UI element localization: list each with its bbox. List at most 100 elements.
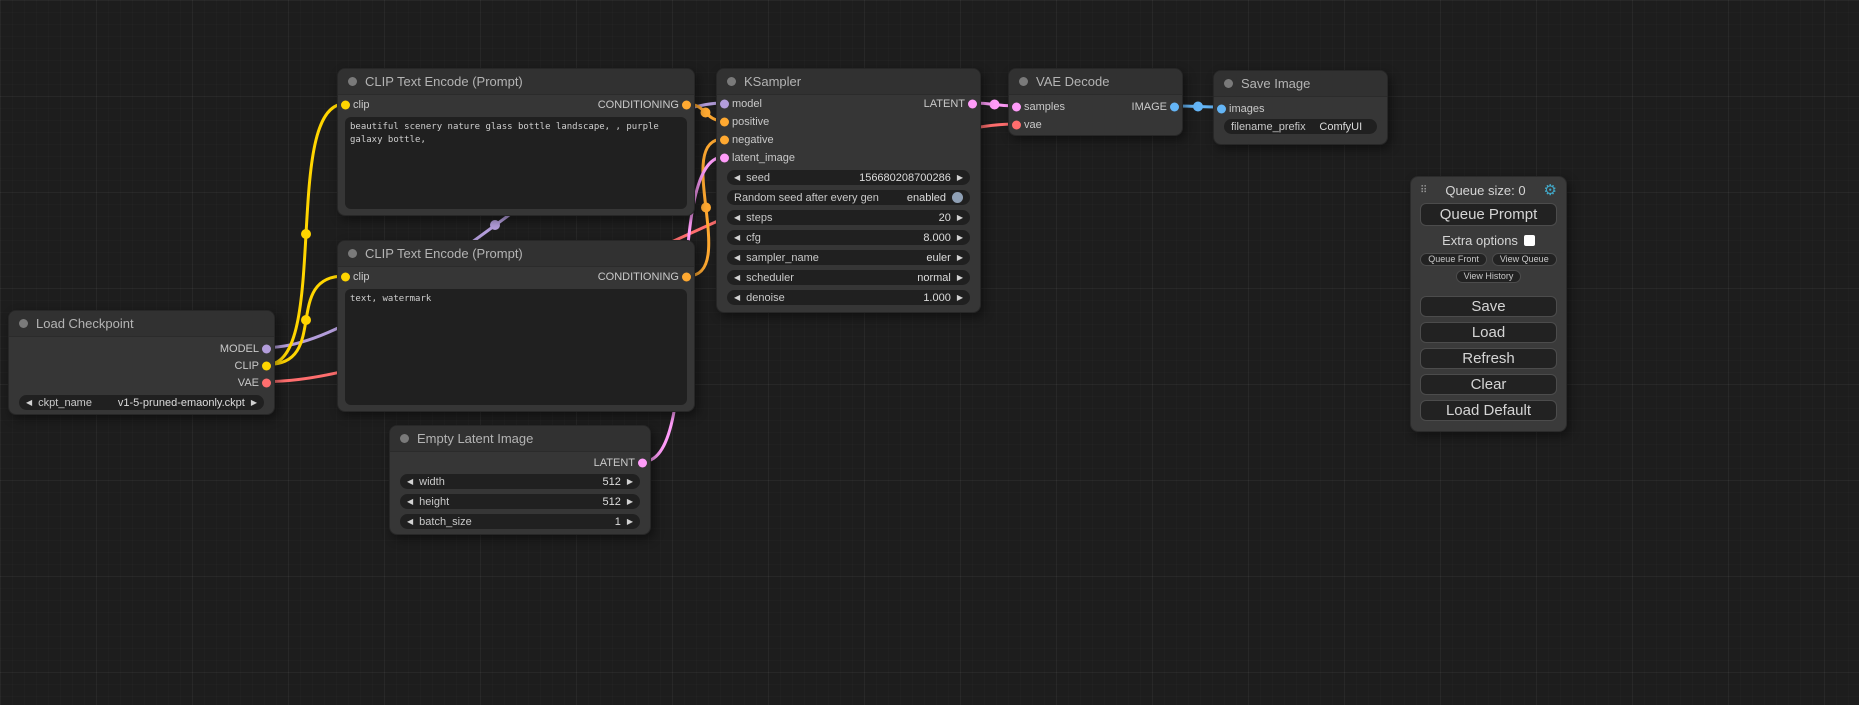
output-slot-latent[interactable] bbox=[638, 458, 647, 467]
decrement-arrow-icon[interactable]: ◀ bbox=[734, 250, 740, 265]
output-slot-conditioning[interactable] bbox=[682, 101, 691, 110]
widget-width[interactable]: ◀ width 512 ▶ bbox=[400, 474, 640, 489]
node-empty-latent-image[interactable]: Empty Latent Image LATENT ◀ width 512 ▶ … bbox=[389, 425, 651, 535]
input-slot-clip[interactable] bbox=[341, 273, 350, 282]
collapse-dot-icon[interactable] bbox=[727, 77, 736, 86]
clear-button[interactable]: Clear bbox=[1420, 374, 1557, 395]
output-slot-model[interactable] bbox=[262, 344, 271, 353]
increment-arrow-icon[interactable]: ▶ bbox=[627, 494, 633, 509]
node-load-checkpoint[interactable]: Load Checkpoint MODEL CLIP VAE ◀ ckpt_na… bbox=[8, 310, 275, 415]
link-dot-latent-output[interactable] bbox=[990, 100, 1000, 110]
node-clip-text-encode-negative[interactable]: CLIP Text Encode (Prompt) clip CONDITION… bbox=[337, 240, 695, 412]
decrement-arrow-icon[interactable]: ◀ bbox=[734, 290, 740, 305]
queue-prompt-button[interactable]: Queue Prompt bbox=[1420, 203, 1557, 226]
view-history-button[interactable]: View History bbox=[1456, 270, 1522, 283]
node-title-bar[interactable]: CLIP Text Encode (Prompt) bbox=[338, 69, 694, 95]
collapse-dot-icon[interactable] bbox=[1224, 79, 1233, 88]
increment-arrow-icon[interactable]: ▶ bbox=[251, 395, 257, 410]
increment-arrow-icon[interactable]: ▶ bbox=[957, 270, 963, 285]
widget-seed[interactable]: ◀ seed 156680208700286 ▶ bbox=[727, 170, 970, 185]
widget-name: height bbox=[419, 496, 449, 508]
node-title: KSampler bbox=[744, 74, 801, 89]
node-vae-decode[interactable]: VAE Decode samples IMAGE vae bbox=[1008, 68, 1183, 136]
load-button[interactable]: Load bbox=[1420, 322, 1557, 343]
node-title-bar[interactable]: Empty Latent Image bbox=[390, 426, 650, 452]
node-title-bar[interactable]: Save Image bbox=[1214, 71, 1387, 97]
toggle-knob-icon[interactable] bbox=[952, 192, 963, 203]
save-button[interactable]: Save bbox=[1420, 296, 1557, 317]
input-slot-model[interactable] bbox=[720, 100, 729, 109]
widget-random-seed-toggle[interactable]: Random seed after every gen enabled bbox=[727, 190, 970, 205]
output-slot-latent[interactable] bbox=[968, 100, 977, 109]
node-save-image[interactable]: Save Image images filename_prefix ComfyU… bbox=[1213, 70, 1388, 145]
input-slot-vae[interactable] bbox=[1012, 121, 1021, 130]
input-slot-latent-image[interactable] bbox=[720, 154, 729, 163]
increment-arrow-icon[interactable]: ▶ bbox=[957, 290, 963, 305]
input-slot-images[interactable] bbox=[1217, 104, 1226, 113]
widget-value: 8.000 bbox=[767, 232, 951, 244]
extra-options-checkbox[interactable] bbox=[1524, 235, 1535, 246]
widget-batch-size[interactable]: ◀ batch_size 1 ▶ bbox=[400, 514, 640, 529]
node-title: Load Checkpoint bbox=[36, 316, 134, 331]
collapse-dot-icon[interactable] bbox=[348, 249, 357, 258]
decrement-arrow-icon[interactable]: ◀ bbox=[734, 230, 740, 245]
decrement-arrow-icon[interactable]: ◀ bbox=[407, 514, 413, 529]
widget-steps[interactable]: ◀ steps 20 ▶ bbox=[727, 210, 970, 225]
link-dot-image[interactable] bbox=[1193, 102, 1203, 112]
decrement-arrow-icon[interactable]: ◀ bbox=[734, 270, 740, 285]
drag-handle-icon[interactable]: ⠿ bbox=[1420, 185, 1427, 196]
link-dot-clip-positive[interactable] bbox=[301, 229, 311, 239]
decrement-arrow-icon[interactable]: ◀ bbox=[734, 210, 740, 225]
view-queue-button[interactable]: View Queue bbox=[1492, 253, 1557, 266]
output-slot-clip[interactable] bbox=[262, 361, 271, 370]
link-dot-model[interactable] bbox=[490, 220, 500, 230]
output-label-clip: CLIP bbox=[235, 360, 259, 372]
node-clip-text-encode-positive[interactable]: CLIP Text Encode (Prompt) clip CONDITION… bbox=[337, 68, 695, 216]
widget-ckpt-name[interactable]: ◀ ckpt_name v1-5-pruned-emaonly.ckpt ▶ bbox=[19, 395, 264, 410]
node-title-bar[interactable]: CLIP Text Encode (Prompt) bbox=[338, 241, 694, 267]
link-dot-conditioning-negative[interactable] bbox=[701, 203, 711, 213]
decrement-arrow-icon[interactable]: ◀ bbox=[734, 170, 740, 185]
input-slot-samples[interactable] bbox=[1012, 103, 1021, 112]
increment-arrow-icon[interactable]: ▶ bbox=[957, 170, 963, 185]
decrement-arrow-icon[interactable]: ◀ bbox=[407, 474, 413, 489]
widget-denoise[interactable]: ◀ denoise 1.000 ▶ bbox=[727, 290, 970, 305]
node-title-bar[interactable]: VAE Decode bbox=[1009, 69, 1182, 95]
link-dot-conditioning-positive[interactable] bbox=[701, 108, 711, 118]
refresh-button[interactable]: Refresh bbox=[1420, 348, 1557, 369]
queue-front-button[interactable]: Queue Front bbox=[1420, 253, 1487, 266]
collapse-dot-icon[interactable] bbox=[348, 77, 357, 86]
node-ksampler[interactable]: KSampler model LATENT positive negative … bbox=[716, 68, 981, 313]
widget-name: filename_prefix bbox=[1231, 121, 1306, 133]
increment-arrow-icon[interactable]: ▶ bbox=[957, 250, 963, 265]
gear-icon[interactable]: ⚙ bbox=[1544, 183, 1557, 198]
collapse-dot-icon[interactable] bbox=[400, 434, 409, 443]
increment-arrow-icon[interactable]: ▶ bbox=[627, 514, 633, 529]
widget-scheduler[interactable]: ◀ scheduler normal ▶ bbox=[727, 270, 970, 285]
widget-height[interactable]: ◀ height 512 ▶ bbox=[400, 494, 640, 509]
decrement-arrow-icon[interactable]: ◀ bbox=[407, 494, 413, 509]
extra-options-label: Extra options bbox=[1442, 233, 1518, 248]
collapse-dot-icon[interactable] bbox=[19, 319, 28, 328]
node-graph-canvas[interactable]: Load Checkpoint MODEL CLIP VAE ◀ ckpt_na… bbox=[0, 0, 1859, 705]
widget-sampler-name[interactable]: ◀ sampler_name euler ▶ bbox=[727, 250, 970, 265]
output-slot-conditioning[interactable] bbox=[682, 273, 691, 282]
node-title-bar[interactable]: KSampler bbox=[717, 69, 980, 95]
load-default-button[interactable]: Load Default bbox=[1420, 400, 1557, 421]
widget-cfg[interactable]: ◀ cfg 8.000 ▶ bbox=[727, 230, 970, 245]
decrement-arrow-icon[interactable]: ◀ bbox=[26, 395, 32, 410]
widget-filename-prefix[interactable]: filename_prefix ComfyUI bbox=[1224, 119, 1377, 134]
increment-arrow-icon[interactable]: ▶ bbox=[627, 474, 633, 489]
increment-arrow-icon[interactable]: ▶ bbox=[957, 210, 963, 225]
input-slot-negative[interactable] bbox=[720, 136, 729, 145]
node-title-bar[interactable]: Load Checkpoint bbox=[9, 311, 274, 337]
link-dot-clip-negative[interactable] bbox=[301, 315, 311, 325]
input-slot-clip[interactable] bbox=[341, 101, 350, 110]
output-slot-vae[interactable] bbox=[262, 378, 271, 387]
input-slot-positive[interactable] bbox=[720, 118, 729, 127]
prompt-textarea[interactable]: text, watermark bbox=[345, 289, 687, 405]
collapse-dot-icon[interactable] bbox=[1019, 77, 1028, 86]
prompt-textarea[interactable]: beautiful scenery nature glass bottle la… bbox=[345, 117, 687, 209]
increment-arrow-icon[interactable]: ▶ bbox=[957, 230, 963, 245]
output-slot-image[interactable] bbox=[1170, 103, 1179, 112]
